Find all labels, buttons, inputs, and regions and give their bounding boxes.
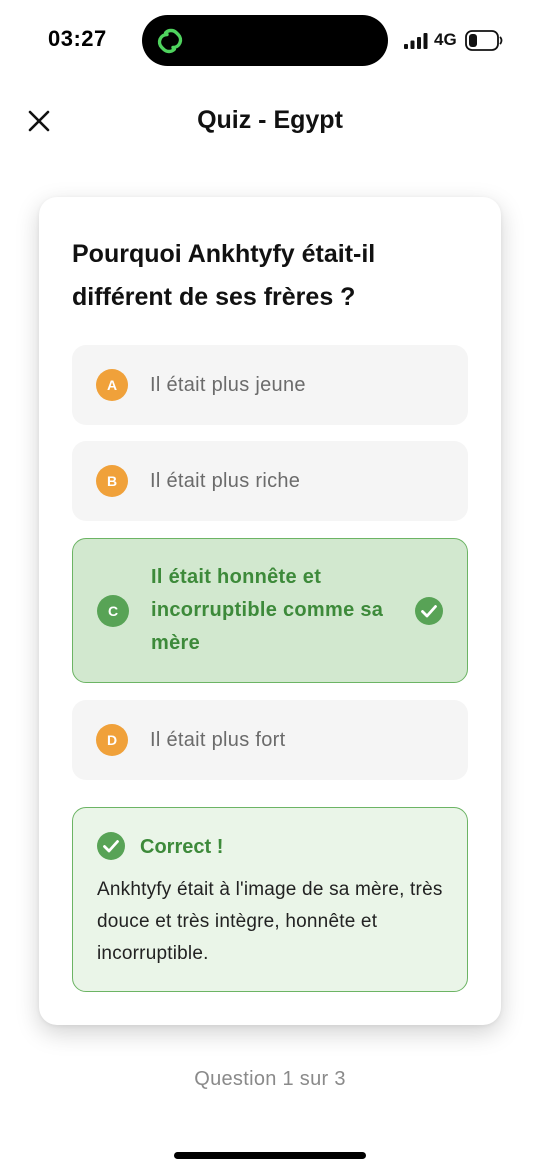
feedback-text: Ankhtyfy était à l'image de sa mère, trè…: [97, 879, 443, 964]
header: Quiz - Egypt: [0, 90, 540, 154]
signal-bars-icon: [404, 33, 428, 49]
quiz-card: Pourquoi Ankhtyfy était-il différent de …: [39, 197, 501, 1025]
option-text: Il était honnête et incorruptible comme …: [151, 566, 384, 654]
option-b[interactable]: B Il était plus riche: [72, 441, 468, 521]
question-text: Pourquoi Ankhtyfy était-il différent de …: [72, 240, 376, 311]
option-d[interactable]: D Il était plus fort: [72, 700, 468, 780]
option-a[interactable]: A Il était plus jeune: [72, 345, 468, 425]
feedback-panel: Correct ! Ankhtyfy était à l'image de sa…: [72, 807, 468, 992]
link-icon: [157, 28, 183, 54]
option-text: Il était plus riche: [150, 469, 301, 492]
network-type: 4G: [434, 30, 457, 49]
option-text: Il était plus jeune: [150, 373, 306, 396]
option-c[interactable]: C Il était honnête et incorruptible comm…: [72, 538, 468, 683]
quiz-screen: 03:27 4G Quiz - Egypt Pourquoi Ankhtyfy …: [0, 0, 540, 1171]
option-letter-badge: C: [97, 594, 129, 627]
feedback-title: Correct !: [140, 836, 224, 858]
question-progress: Question 1 sur 3: [194, 1068, 346, 1090]
battery-low-icon: [465, 30, 503, 51]
option-text: Il était plus fort: [150, 728, 286, 751]
check-circle-icon: [97, 832, 125, 860]
home-indicator[interactable]: [174, 1152, 366, 1159]
status-bar: 03:27 4G: [0, 0, 540, 80]
dynamic-island: [142, 15, 388, 66]
page-title: Quiz - Egypt: [197, 106, 343, 134]
check-circle-icon: [415, 596, 443, 625]
option-letter-badge: B: [96, 465, 128, 497]
option-letter-badge: D: [96, 724, 128, 756]
status-time: 03:27: [48, 26, 107, 51]
option-letter-badge: A: [96, 369, 128, 401]
